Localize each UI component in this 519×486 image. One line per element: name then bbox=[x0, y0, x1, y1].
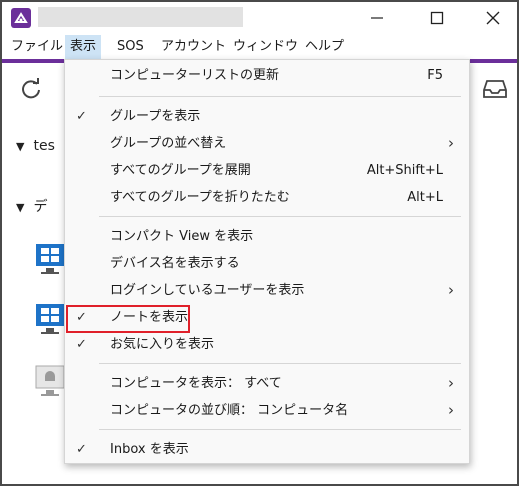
window-title-redacted bbox=[38, 7, 243, 27]
menu-item-label: コンパクト View を表示 bbox=[110, 229, 254, 244]
menu-item-label: すべてのグループを折りたたむ bbox=[110, 190, 290, 205]
menu-item-show-device-name[interactable]: デバイス名を表示する bbox=[65, 250, 469, 277]
menu-item-sort-groups[interactable]: グループの並べ替え › bbox=[65, 130, 469, 157]
menu-item-label: コンピュータを表示： すべて bbox=[110, 376, 282, 391]
menu-separator bbox=[99, 429, 461, 430]
windows-computer-icon[interactable] bbox=[35, 302, 65, 336]
menu-item-label: コンピュータの並び順： コンピュータ名 bbox=[110, 403, 349, 418]
app-logo-icon bbox=[11, 8, 31, 28]
chevron-right-icon: › bbox=[448, 374, 454, 392]
menu-file[interactable]: ファイル bbox=[6, 35, 68, 59]
refresh-icon[interactable] bbox=[20, 78, 42, 100]
menu-item-show-logged-in-user[interactable]: ログインしているユーザーを表示 › bbox=[65, 277, 469, 304]
menu-item-refresh-list[interactable]: コンピューターリストの更新 F5 bbox=[65, 62, 469, 89]
menu-item-compact-view[interactable]: コンパクト View を表示 bbox=[65, 223, 469, 250]
menu-item-label: Inbox を表示 bbox=[110, 442, 189, 457]
app-window: ファイル 表示 SOS アカウント ウィンドウ ヘルプ ▼ tes ▼ デ コンピュ… bbox=[0, 0, 519, 486]
menu-item-expand-all[interactable]: すべてのグループを展開 Alt+Shift+L bbox=[65, 157, 469, 184]
checkmark-icon: ✓ bbox=[76, 442, 87, 457]
menu-item-label: ログインしているユーザーを表示 bbox=[110, 283, 305, 298]
menu-separator bbox=[99, 216, 461, 217]
menu-sos[interactable]: SOS bbox=[112, 35, 149, 59]
maximize-button[interactable] bbox=[414, 2, 460, 34]
menu-item-collapse-all[interactable]: すべてのグループを折りたたむ Alt+L bbox=[65, 184, 469, 211]
group-name: tes bbox=[33, 138, 55, 154]
android-computer-icon[interactable] bbox=[35, 364, 65, 398]
menu-item-label: コンピューターリストの更新 bbox=[110, 68, 280, 83]
title-bar bbox=[2, 2, 517, 34]
group-name: デ bbox=[33, 199, 48, 215]
menu-item-label: グループの並べ替え bbox=[110, 136, 227, 151]
close-icon bbox=[486, 11, 500, 25]
menu-item-show-computers[interactable]: コンピュータを表示： すべて › bbox=[65, 370, 469, 397]
menu-account[interactable]: アカウント bbox=[156, 35, 231, 59]
menu-view[interactable]: 表示 bbox=[65, 35, 102, 59]
group-row-1[interactable]: ▼ tes bbox=[16, 138, 55, 154]
close-button[interactable] bbox=[470, 2, 516, 34]
menu-item-label: デバイス名を表示する bbox=[110, 256, 240, 271]
menu-separator bbox=[99, 96, 461, 97]
checkmark-icon: ✓ bbox=[76, 337, 87, 352]
menu-bar: ファイル 表示 SOS アカウント ウィンドウ ヘルプ bbox=[2, 35, 517, 59]
menu-item-label: お気に入りを表示 bbox=[110, 337, 215, 352]
group-row-2[interactable]: ▼ デ bbox=[16, 196, 47, 216]
menu-item-show-groups[interactable]: ✓ グループを表示 bbox=[65, 103, 469, 130]
menu-window[interactable]: ウィンドウ bbox=[228, 35, 303, 59]
shortcut-text: Alt+L bbox=[407, 190, 443, 205]
menu-separator bbox=[99, 363, 461, 364]
windows-computer-icon[interactable] bbox=[35, 242, 65, 276]
menu-item-show-inbox[interactable]: ✓ Inbox を表示 bbox=[65, 436, 469, 463]
minimize-button[interactable] bbox=[354, 2, 400, 34]
checkmark-icon: ✓ bbox=[76, 109, 87, 124]
menu-item-label: グループを表示 bbox=[110, 109, 201, 124]
shortcut-text: Alt+Shift+L bbox=[366, 163, 443, 178]
shortcut-text: F5 bbox=[427, 68, 443, 83]
chevron-right-icon: › bbox=[448, 401, 454, 419]
menu-help[interactable]: ヘルプ bbox=[300, 35, 349, 59]
menu-item-show-favorites[interactable]: ✓ お気に入りを表示 bbox=[65, 331, 469, 358]
minimize-icon bbox=[371, 17, 383, 19]
collapse-triangle-icon: ▼ bbox=[16, 201, 25, 214]
collapse-triangle-icon: ▼ bbox=[16, 140, 25, 153]
chevron-right-icon: › bbox=[448, 134, 454, 152]
menu-item-label: すべてのグループを展開 bbox=[110, 163, 251, 178]
view-menu-dropdown: コンピューターリストの更新 F5 ✓ グループを表示 グループの並べ替え › す… bbox=[64, 59, 470, 464]
maximize-icon bbox=[430, 11, 444, 25]
menu-item-sort-computers[interactable]: コンピュータの並び順： コンピュータ名 › bbox=[65, 397, 469, 424]
chevron-right-icon: › bbox=[448, 281, 454, 299]
annotation-highlight-box bbox=[66, 305, 190, 333]
inbox-icon[interactable] bbox=[483, 79, 507, 99]
